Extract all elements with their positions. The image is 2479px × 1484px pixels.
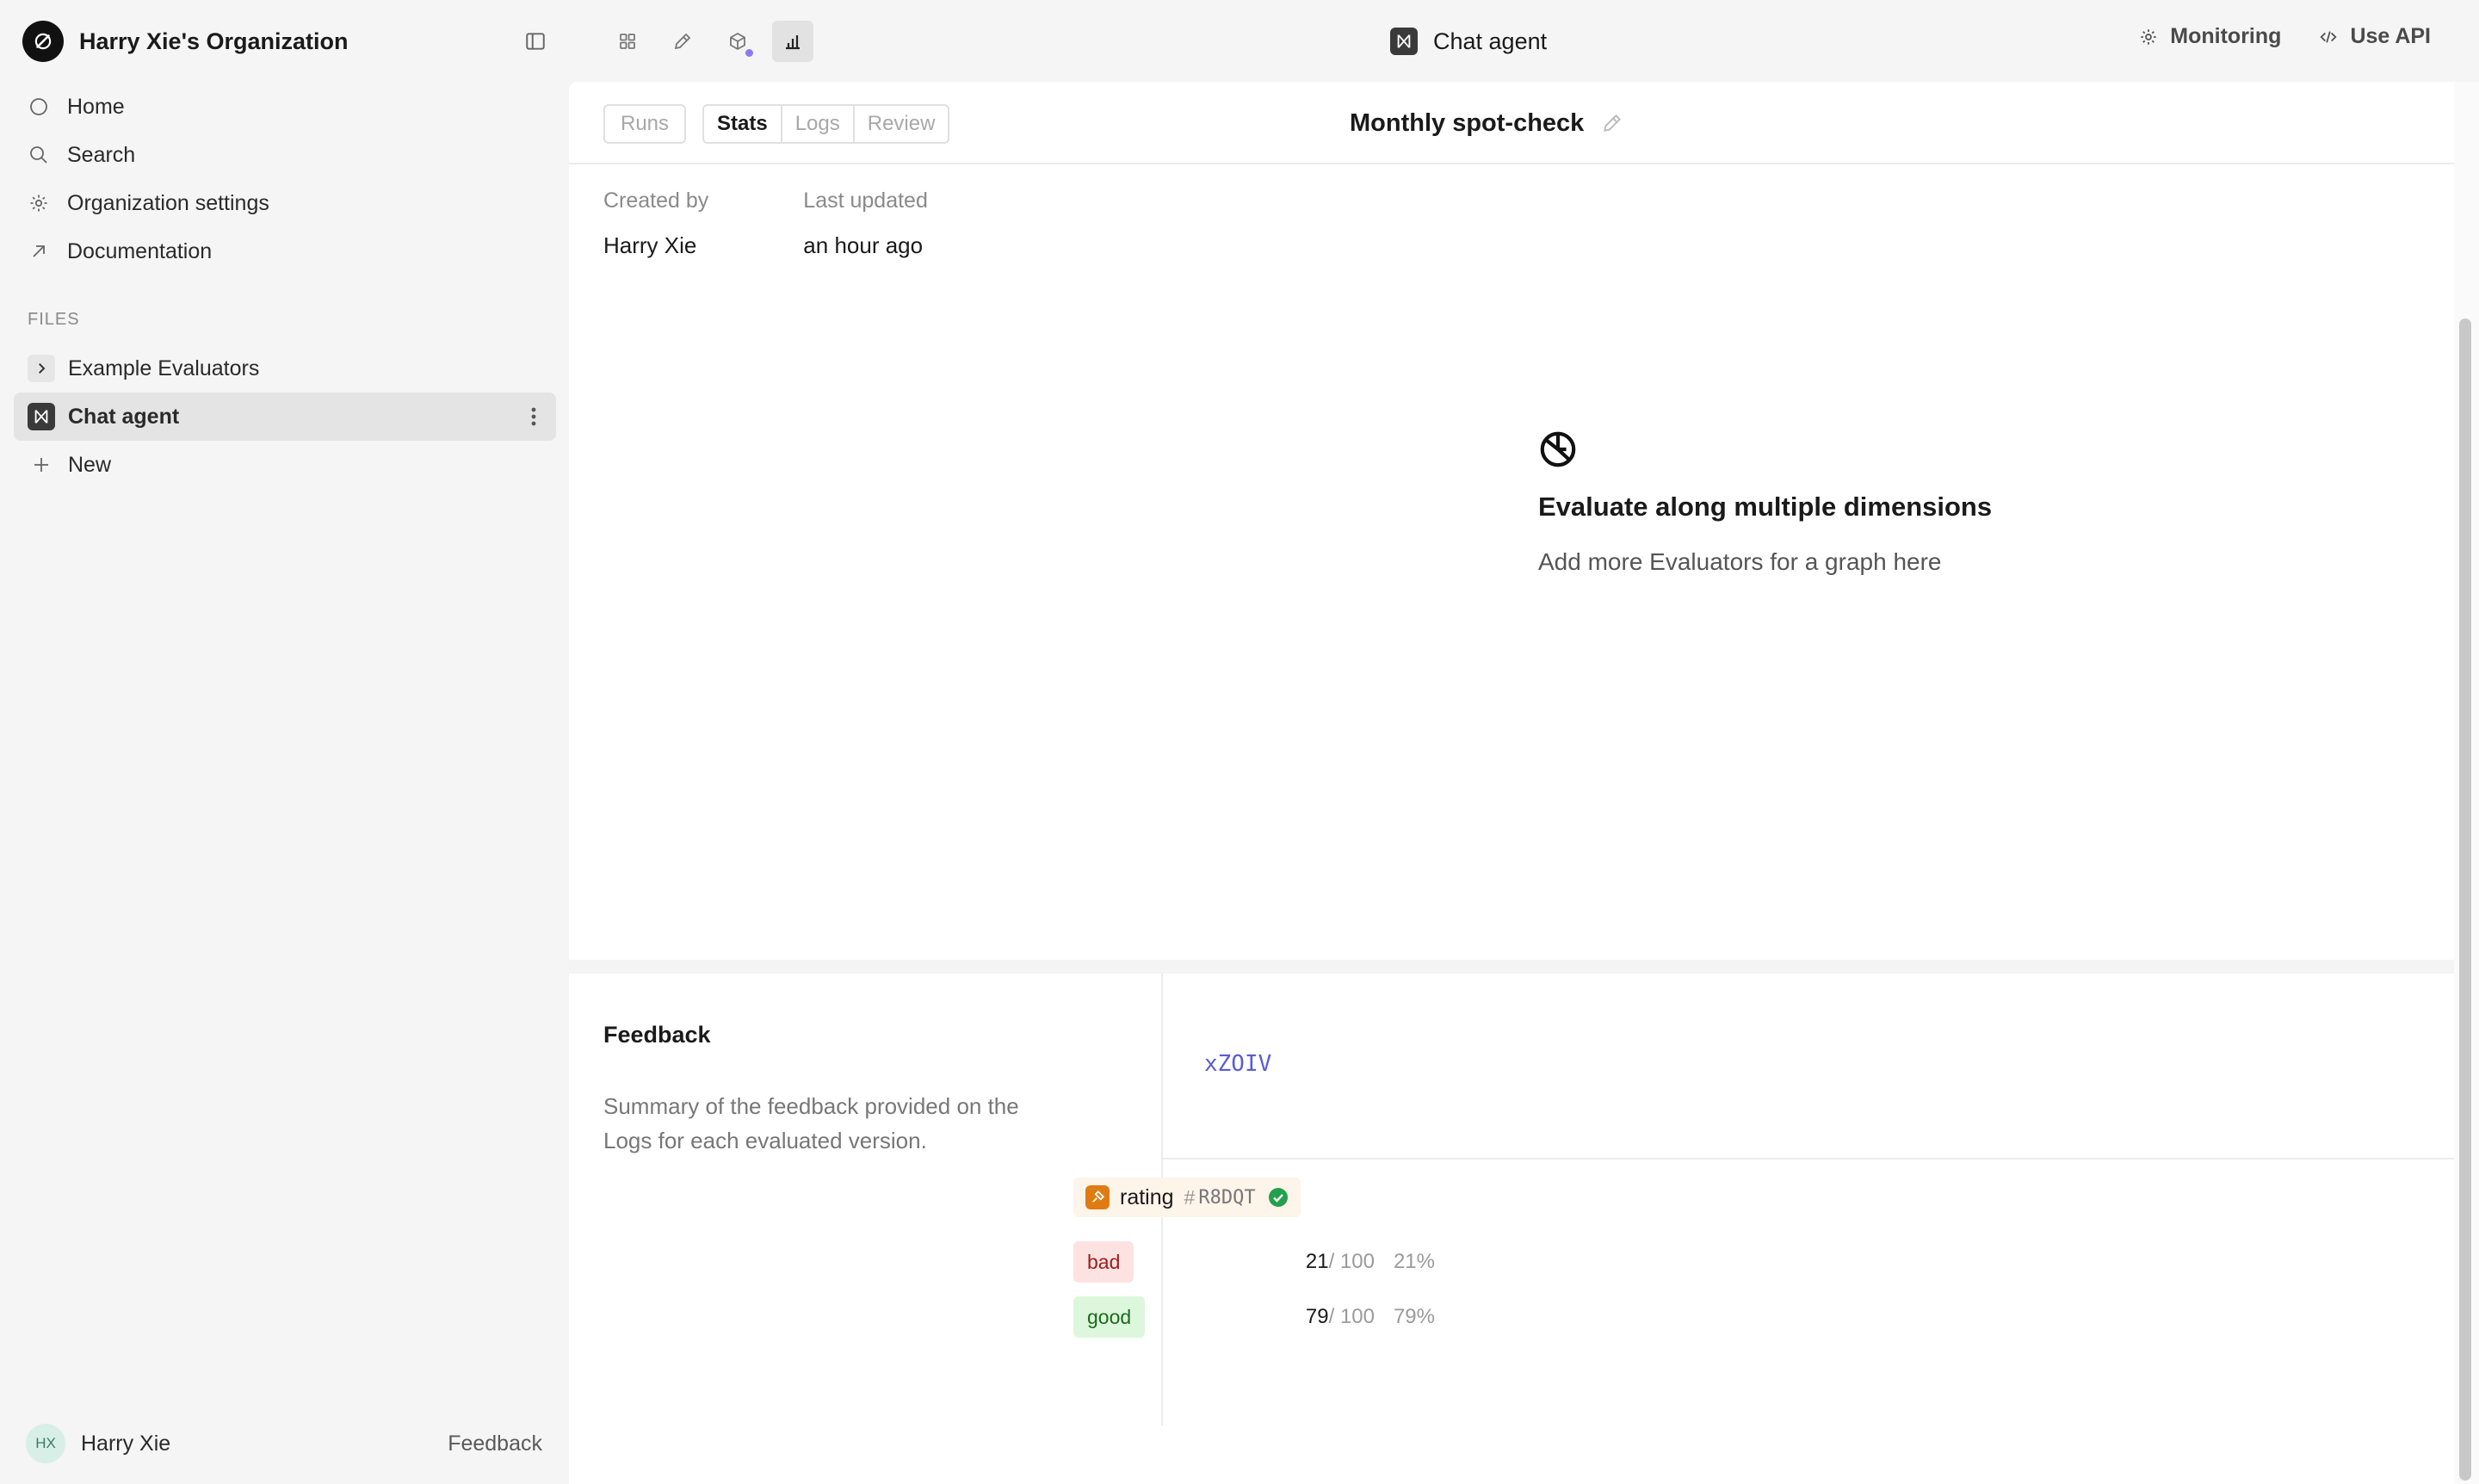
evaluation-tabs: Stats Logs Review [702, 104, 950, 144]
rating-count-total: / 100 [1328, 1250, 1375, 1273]
sidebar-item-home[interactable]: Home [14, 83, 556, 131]
file-item-label: Example Evaluators [68, 356, 260, 380]
feedback-title: Feedback [603, 1022, 711, 1048]
rating-row-good: good 79/ 100 79% [1073, 1296, 1435, 1339]
file-item-label: New [68, 452, 112, 477]
tab-review[interactable]: Review [855, 106, 949, 142]
version-header: xZOIV [1163, 974, 2454, 1159]
code-icon [2319, 28, 2338, 46]
created-by-label: Created by [603, 189, 709, 213]
file-item-label: Chat agent [68, 404, 180, 429]
main-panel: Runs Stats Logs Review Monthly spot-chec… [569, 82, 2454, 1484]
evaluator-code: R8DQT [1198, 1186, 1256, 1209]
file-title-text: Chat agent [1433, 28, 1548, 54]
rating-count-total: / 100 [1328, 1305, 1375, 1328]
feedback-button[interactable]: Feedback [448, 1431, 542, 1456]
chevron-right-icon[interactable] [28, 355, 55, 382]
use-api-button[interactable]: Use API [2319, 24, 2431, 49]
scrollbar-thumb[interactable] [2459, 318, 2471, 1481]
view-switcher [607, 21, 813, 62]
created-by-value: Harry Xie [603, 232, 697, 258]
use-api-label: Use API [2350, 24, 2431, 48]
rating-count-value: 79 [1305, 1305, 1329, 1328]
sidebar-item-search[interactable]: Search [14, 131, 556, 179]
sidebar-item-label: Search [67, 142, 136, 167]
sidebar-item-documentation[interactable]: Documentation [14, 227, 556, 275]
monitoring-label: Monitoring [2170, 24, 2282, 48]
rating-tag-good: good [1073, 1296, 1146, 1338]
sidebar: Harry Xie's Organization Home Search Org… [0, 0, 569, 1484]
more-options-icon[interactable] [530, 405, 537, 429]
last-updated-label: Last updated [803, 189, 928, 213]
page-title-text: Monthly spot-check [1350, 108, 1585, 137]
feedback-section: Feedback Summary of the feedback provide… [569, 974, 2454, 1484]
rating-tag-bad: bad [1073, 1241, 1134, 1283]
rating-count-value: 21 [1305, 1250, 1329, 1273]
plus-icon [28, 451, 55, 479]
dashboard-grid-icon[interactable] [607, 21, 648, 62]
top-actions: Monitoring Use API [2139, 24, 2431, 49]
bar-chart-icon[interactable] [772, 21, 813, 62]
evaluator-chip[interactable]: rating # R8DQT [1073, 1178, 1301, 1217]
agent-icon [1390, 28, 1418, 55]
user-footer: HX Harry Xie Feedback [26, 1422, 542, 1465]
evaluator-icon [1085, 1185, 1110, 1209]
top-bar: Chat agent Monitoring Use API [569, 0, 2479, 82]
gear-icon [2139, 28, 2158, 46]
org-name: Harry Xie's Organization [79, 28, 349, 54]
sidebar-item-label: Home [67, 94, 125, 119]
rating-percent: 79% [1393, 1305, 1435, 1328]
file-tree: Example Evaluators Chat agent New [14, 344, 556, 489]
pie-chart-icon [1538, 430, 1578, 469]
check-circle-icon [1268, 1187, 1289, 1208]
rating-count: 21/ 100 [1306, 1250, 1375, 1274]
tab-logs[interactable]: Logs [782, 106, 855, 142]
evaluation-header: Runs Stats Logs Review Monthly spot-chec… [569, 82, 2454, 164]
tab-stats[interactable]: Stats [704, 106, 782, 142]
empty-state: Evaluate along multiple dimensions Add m… [1538, 430, 1992, 576]
arrow-up-right-icon [28, 240, 50, 263]
feedback-description: Summary of the feedback provided on the … [603, 1093, 1019, 1153]
avatar[interactable]: HX [26, 1424, 65, 1463]
last-updated-value: an hour ago [803, 232, 924, 258]
pencil-edit-icon[interactable] [662, 21, 703, 62]
runs-button[interactable]: Runs [603, 104, 687, 144]
section-divider [569, 960, 2454, 974]
evaluation-meta: Created by Harry Xie Last updated an hou… [603, 189, 928, 259]
empty-state-subtitle: Add more Evaluators for a graph here [1538, 548, 1942, 575]
pencil-edit-icon[interactable] [1601, 112, 1623, 134]
org-switcher[interactable]: Harry Xie's Organization [22, 21, 556, 62]
gear-icon [28, 192, 50, 214]
sidebar-item-organization-settings[interactable]: Organization settings [14, 179, 556, 227]
sidebar-nav: Home Search Organization settings Docume… [14, 83, 556, 275]
user-name[interactable]: Harry Xie [81, 1431, 170, 1456]
circle-icon [28, 96, 50, 118]
sidebar-toggle-icon[interactable] [522, 28, 549, 55]
rating-percent: 21% [1393, 1250, 1435, 1273]
agent-icon [28, 403, 55, 430]
files-section-label: FILES [28, 310, 80, 329]
sidebar-item-label: Organization settings [67, 190, 269, 215]
version-id-link[interactable]: xZOIV [1204, 1051, 1271, 1077]
cube-deploy-icon[interactable] [717, 21, 758, 62]
rating-rows: bad 21/ 100 21% good 79/ 100 79% [1073, 1241, 1435, 1339]
page-title: Monthly spot-check [1350, 106, 1623, 140]
org-logo-icon [22, 21, 64, 62]
file-item-new[interactable]: New [14, 441, 556, 489]
file-item-example-evaluators[interactable]: Example Evaluators [14, 344, 556, 393]
created-by: Created by Harry Xie [603, 189, 708, 259]
file-item-chat-agent[interactable]: Chat agent [14, 393, 556, 441]
monitoring-button[interactable]: Monitoring [2139, 24, 2281, 49]
file-title: Chat agent [1390, 24, 1547, 59]
rating-row-bad: bad 21/ 100 21% [1073, 1241, 1435, 1284]
evaluator-hash: # [1184, 1185, 1196, 1209]
empty-state-title: Evaluate along multiple dimensions [1538, 492, 1993, 522]
search-icon [28, 144, 50, 166]
sidebar-item-label: Documentation [67, 238, 213, 263]
evaluator-name: rating [1120, 1184, 1174, 1209]
evaluator-summary: rating # R8DQT bad 21/ 100 21% good 79/ … [1073, 1178, 1435, 1339]
last-updated: Last updated an hour ago [803, 189, 928, 259]
notification-dot [745, 49, 753, 57]
rating-count: 79/ 100 [1306, 1305, 1375, 1329]
